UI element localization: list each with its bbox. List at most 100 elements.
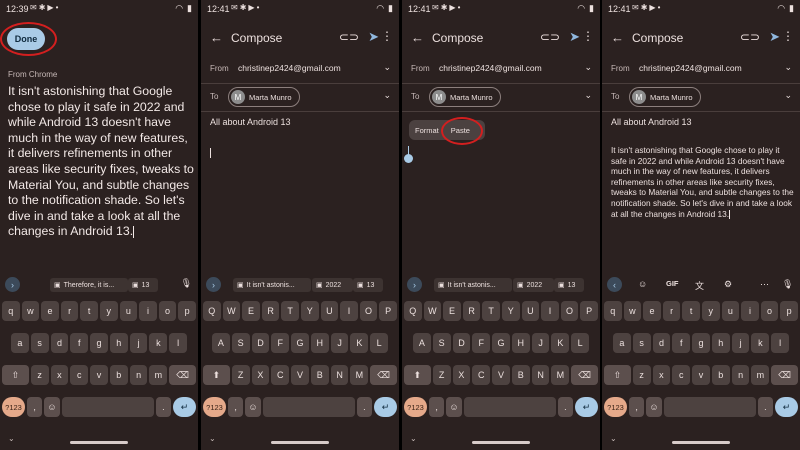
key[interactable]: l bbox=[771, 333, 790, 353]
key[interactable]: Y bbox=[501, 301, 520, 321]
key[interactable]: i bbox=[741, 301, 759, 321]
attach-icon[interactable]: ⊂⊃ bbox=[339, 30, 359, 44]
comma-key[interactable]: , bbox=[228, 397, 244, 417]
key[interactable]: g bbox=[90, 333, 108, 353]
key[interactable]: q bbox=[604, 301, 622, 321]
key[interactable]: r bbox=[60, 301, 79, 321]
collapse-toolbar-icon[interactable]: ‹ bbox=[607, 277, 622, 292]
emoji-key[interactable]: ☺ bbox=[245, 397, 261, 417]
key[interactable]: x bbox=[652, 365, 671, 385]
recipient-chip[interactable]: M Marta Munro bbox=[228, 87, 300, 107]
chevron-down-icon[interactable]: ⌄ bbox=[584, 62, 592, 73]
backspace-key[interactable]: ⌫ bbox=[571, 365, 598, 385]
home-pill[interactable] bbox=[672, 441, 730, 444]
key[interactable]: C bbox=[472, 365, 491, 385]
key[interactable]: d bbox=[50, 333, 69, 353]
key[interactable]: J bbox=[330, 333, 349, 353]
key[interactable]: v bbox=[90, 365, 108, 385]
key[interactable]: K bbox=[551, 333, 570, 353]
key[interactable]: R bbox=[261, 301, 280, 321]
key[interactable]: j bbox=[731, 333, 750, 353]
format-option[interactable]: Format bbox=[409, 126, 445, 135]
key[interactable]: y bbox=[701, 301, 720, 321]
key[interactable]: G bbox=[291, 333, 309, 353]
shift-key[interactable]: ⇧ bbox=[604, 365, 631, 385]
period-key[interactable]: . bbox=[557, 397, 573, 417]
cursor-handle[interactable] bbox=[404, 146, 413, 164]
key[interactable]: B bbox=[511, 365, 530, 385]
clipboard-suggestion[interactable]: ▣ It isn't astonis... bbox=[233, 278, 311, 292]
home-pill[interactable] bbox=[70, 441, 128, 444]
key[interactable]: o bbox=[760, 301, 779, 321]
clipboard-suggestion[interactable]: ▣ 13 bbox=[554, 278, 584, 292]
email-body[interactable]: It isn't astonishing that Google chose t… bbox=[611, 145, 797, 219]
key[interactable]: u bbox=[721, 301, 740, 321]
to-row[interactable]: To M Marta Munro ⌄ bbox=[201, 83, 399, 112]
key[interactable]: C bbox=[271, 365, 290, 385]
key[interactable]: k bbox=[751, 333, 770, 353]
key[interactable]: H bbox=[511, 333, 530, 353]
key[interactable]: b bbox=[109, 365, 128, 385]
key[interactable]: v bbox=[692, 365, 710, 385]
key[interactable]: p bbox=[780, 301, 798, 321]
key[interactable]: N bbox=[531, 365, 550, 385]
to-row[interactable]: To M Marta Munro ⌄ bbox=[602, 83, 800, 112]
key[interactable]: Z bbox=[432, 365, 451, 385]
back-arrow-icon[interactable]: ← bbox=[210, 30, 223, 45]
mic-icon[interactable]: 🎙 bbox=[181, 278, 192, 289]
key[interactable]: n bbox=[731, 365, 750, 385]
send-icon[interactable]: ➤ bbox=[769, 29, 780, 45]
key[interactable]: e bbox=[41, 301, 59, 321]
clipboard-suggestion[interactable]: ▣ It isn't astonis... bbox=[434, 278, 512, 292]
recipient-chip[interactable]: M Marta Munro bbox=[629, 87, 701, 107]
key[interactable]: O bbox=[560, 301, 579, 321]
copied-text[interactable]: It isn't astonishing that Google chose t… bbox=[8, 84, 194, 240]
key[interactable]: c bbox=[672, 365, 691, 385]
key[interactable]: V bbox=[291, 365, 309, 385]
backspace-key[interactable]: ⌫ bbox=[771, 365, 798, 385]
chevron-down-icon[interactable]: ⌄ bbox=[784, 62, 792, 73]
key[interactable]: U bbox=[320, 301, 339, 321]
key[interactable]: f bbox=[672, 333, 691, 353]
period-key[interactable]: . bbox=[757, 397, 773, 417]
expand-toolbar-icon[interactable]: › bbox=[5, 277, 20, 292]
gif-button[interactable]: GIF bbox=[666, 279, 679, 288]
key[interactable]: S bbox=[231, 333, 250, 353]
period-key[interactable]: . bbox=[155, 397, 171, 417]
translate-icon[interactable]: 文 bbox=[695, 279, 704, 292]
key[interactable]: I bbox=[541, 301, 559, 321]
hide-keyboard-icon[interactable]: ⌄ bbox=[610, 434, 617, 443]
key[interactable]: G bbox=[492, 333, 510, 353]
key[interactable]: O bbox=[359, 301, 378, 321]
settings-icon[interactable]: ⚙ bbox=[724, 279, 732, 290]
key[interactable]: h bbox=[711, 333, 730, 353]
expand-toolbar-icon[interactable]: › bbox=[407, 277, 422, 292]
key[interactable]: K bbox=[350, 333, 369, 353]
emoji-key[interactable]: ☺ bbox=[446, 397, 462, 417]
key[interactable]: m bbox=[149, 365, 168, 385]
clipboard-suggestion[interactable]: ▣ 2022 bbox=[513, 278, 554, 292]
attach-icon[interactable]: ⊂⊃ bbox=[740, 30, 760, 44]
key[interactable]: Q bbox=[203, 301, 221, 321]
clipboard-suggestion[interactable]: ▣ 13 bbox=[128, 278, 158, 292]
comma-key[interactable]: , bbox=[27, 397, 43, 417]
clipboard-suggestion[interactable]: ▣ 13 bbox=[353, 278, 383, 292]
comma-key[interactable]: , bbox=[629, 397, 645, 417]
hide-keyboard-icon[interactable]: ⌄ bbox=[8, 434, 15, 443]
key[interactable]: H bbox=[310, 333, 329, 353]
key[interactable]: s bbox=[632, 333, 651, 353]
key[interactable]: A bbox=[413, 333, 431, 353]
key[interactable]: Q bbox=[404, 301, 422, 321]
key[interactable]: w bbox=[623, 301, 642, 321]
key[interactable]: R bbox=[462, 301, 481, 321]
backspace-key[interactable]: ⌫ bbox=[370, 365, 397, 385]
key[interactable]: o bbox=[158, 301, 177, 321]
space-key[interactable] bbox=[463, 397, 556, 417]
comma-key[interactable]: , bbox=[429, 397, 445, 417]
clipboard-suggestion[interactable]: ▣ 2022 bbox=[312, 278, 353, 292]
chevron-down-icon[interactable]: ⌄ bbox=[784, 90, 792, 101]
attach-icon[interactable]: ⊂⊃ bbox=[540, 30, 560, 44]
mic-icon[interactable]: 🎙 bbox=[782, 279, 793, 290]
back-arrow-icon[interactable]: ← bbox=[411, 30, 424, 45]
emoji-icon[interactable]: ☺ bbox=[638, 279, 647, 289]
